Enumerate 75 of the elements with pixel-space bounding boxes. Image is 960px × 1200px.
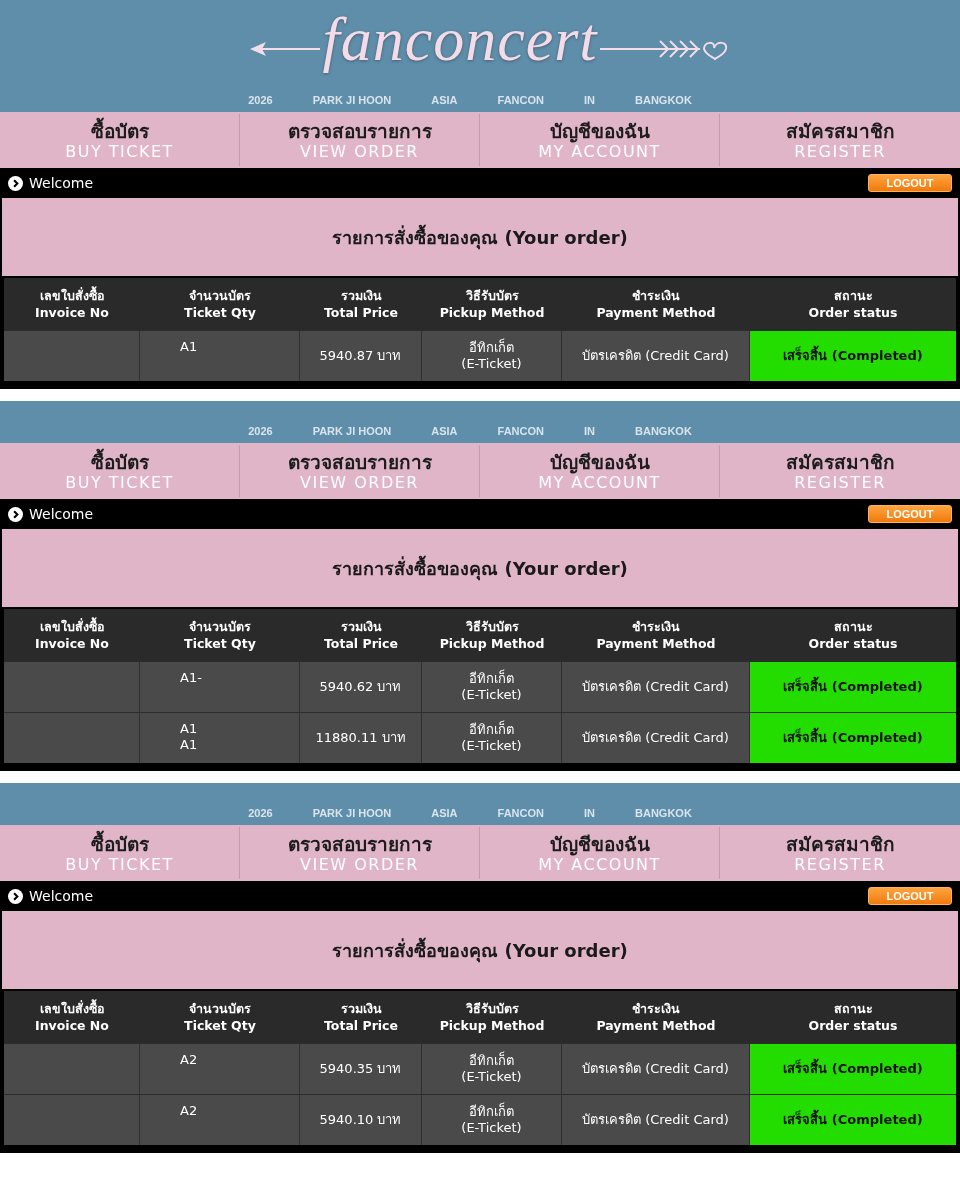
column-header: เลขใบสั่งซื้อ Invoice No (34, 998, 110, 1035)
tagline-word: ASIA (431, 425, 458, 437)
tagline-word: FANCON (497, 94, 544, 106)
status-cell: เสร็จสิ้น (Completed) (750, 1095, 956, 1145)
tagline-word: FANCON (497, 807, 544, 819)
column-header: จำนวนบัตร Ticket Qty (183, 618, 257, 653)
tagline-word: BANGKOK (635, 807, 692, 819)
column-header: วิธีรับบัตร Pickup Method (438, 618, 546, 653)
column-header: สถานะ Order status (807, 287, 899, 322)
nav-link[interactable]: ตรวจสอบรายการ VIEW ORDER (240, 114, 480, 166)
nav-link[interactable]: สมัครสมาชิก REGISTER (720, 114, 960, 166)
nav-link[interactable]: ตรวจสอบรายการ VIEW ORDER (240, 445, 480, 497)
column-header: ชำระเงิน Payment Method (595, 1000, 717, 1035)
logo-text: fanconcert (322, 6, 598, 72)
column-header: ชำระเงิน Payment Method (595, 618, 717, 653)
page-heading: รายการสั่งซื้อของคุณ (Your order) (0, 198, 960, 276)
tagline-word: PARK JI HOON (312, 425, 392, 437)
page-heading: รายการสั่งซื้อของคุณ (Your order) (0, 911, 960, 989)
nav-link[interactable]: สมัครสมาชิก REGISTER (720, 827, 960, 879)
tagline-word: IN (584, 94, 595, 106)
chevron-circle-icon (8, 888, 23, 904)
column-header: จำนวนบัตร Ticket Qty (183, 1000, 257, 1035)
column-header: รวมเงิน Total Price (323, 618, 399, 653)
column-header: รวมเงิน Total Price (323, 1000, 399, 1035)
tagline-word: 2026 (248, 94, 273, 106)
tagline-word: FANCON (497, 425, 544, 437)
page-heading: รายการสั่งซื้อของคุณ (Your order) (0, 529, 960, 607)
nav-link[interactable]: ซื้อบัตร BUY TICKET (0, 445, 240, 497)
tagline-word: PARK JI HOON (312, 807, 392, 819)
column-header: ชำระเงิน Payment Method (595, 287, 717, 322)
tagline-word: BANGKOK (635, 425, 692, 437)
table-cell: อีทิกเก็ต (E-Ticket) (422, 713, 562, 763)
nav-link[interactable]: บัญชีของฉัน MY ACCOUNT (480, 114, 720, 166)
nav-link[interactable]: บัญชีของฉัน MY ACCOUNT (480, 445, 720, 497)
table-cell: อีทิกเก็ต (E-Ticket) (422, 331, 562, 381)
welcome-text: Welcome (29, 888, 94, 904)
status-cell: เสร็จสิ้น (Completed) (750, 1044, 956, 1094)
column-header: สถานะ Order status (807, 618, 899, 653)
tagline-word: IN (584, 425, 595, 437)
tagline-word: ASIA (431, 94, 458, 106)
chevron-circle-icon (8, 175, 23, 191)
column-header: จำนวนบัตร Ticket Qty (183, 287, 257, 322)
tagline-word: BANGKOK (635, 94, 692, 106)
column-header: วิธีรับบัตร Pickup Method (438, 287, 546, 322)
tagline-word: 2026 (248, 425, 273, 437)
table-cell: 5940.10 บาท (300, 1095, 422, 1145)
nav-link[interactable]: ตรวจสอบรายการ VIEW ORDER (240, 827, 480, 879)
table-cell: A2 (180, 1052, 198, 1068)
table-cell: 11880.11 บาท (300, 713, 422, 763)
column-header: เลขใบสั่งซื้อ Invoice No (34, 616, 110, 653)
table-cell: 5940.87 บาท (300, 331, 422, 381)
table-cell: A1- (180, 670, 202, 686)
table-cell: A1 (180, 339, 198, 355)
nav-link[interactable]: บัญชีของฉัน MY ACCOUNT (480, 827, 720, 879)
nav-link[interactable]: ซื้อบัตร BUY TICKET (0, 827, 240, 879)
column-header: รวมเงิน Total Price (323, 287, 399, 322)
table-cell: A1 A1 (180, 721, 198, 753)
status-cell: เสร็จสิ้น (Completed) (750, 662, 956, 712)
tagline-word: IN (584, 807, 595, 819)
nav-link[interactable]: สมัครสมาชิก REGISTER (720, 445, 960, 497)
column-header: วิธีรับบัตร Pickup Method (438, 1000, 546, 1035)
tagline-word: 2026 (248, 807, 273, 819)
tagline-word: ASIA (431, 807, 458, 819)
column-header: สถานะ Order status (807, 1000, 899, 1035)
nav-link[interactable]: ซื้อบัตร BUY TICKET (0, 114, 240, 166)
arrowhead-drawing (250, 39, 321, 59)
column-header: เลขใบสั่งซื้อ Invoice No (34, 285, 110, 322)
welcome-text: Welcome (29, 506, 94, 522)
tagline-word: PARK JI HOON (312, 94, 392, 106)
welcome-text: Welcome (29, 175, 94, 191)
chevron-circle-icon (8, 506, 23, 522)
status-cell: เสร็จสิ้น (Completed) (750, 713, 956, 763)
table-cell: อีทิกเก็ต (E-Ticket) (422, 1095, 562, 1145)
table-cell: A2 (180, 1103, 198, 1119)
status-cell: เสร็จสิ้น (Completed) (750, 331, 956, 381)
